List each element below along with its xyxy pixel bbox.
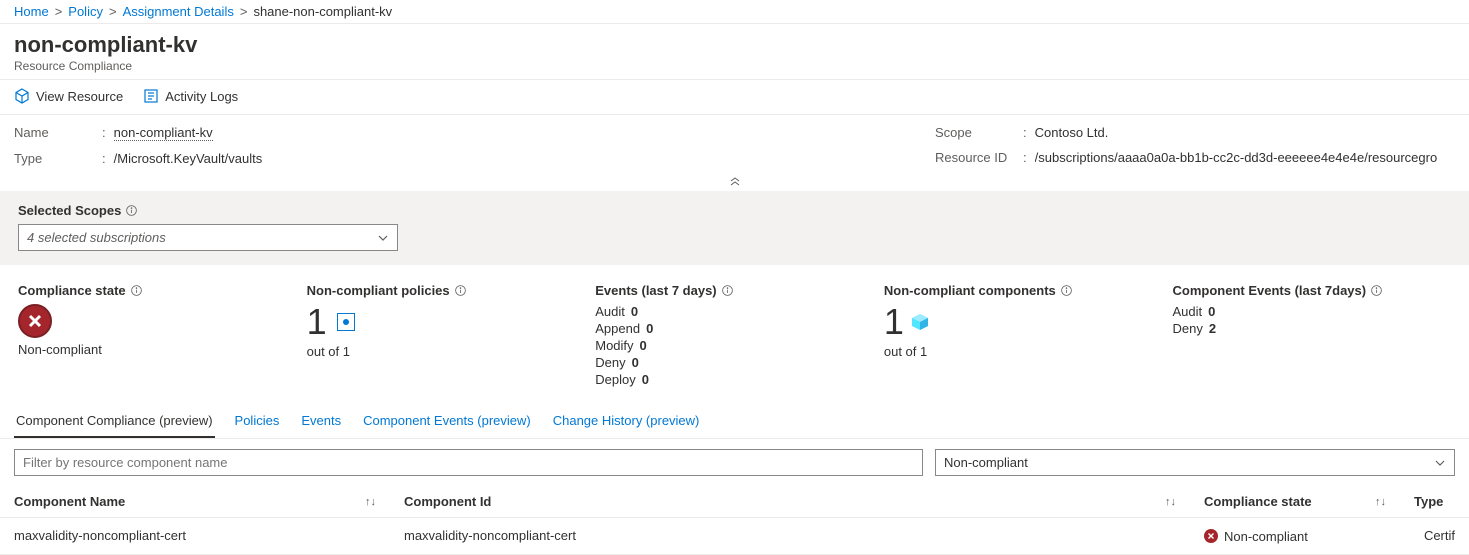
toolbar: View Resource Activity Logs xyxy=(0,80,1469,115)
filter-compliance-dropdown[interactable]: Non-compliant xyxy=(935,449,1455,476)
property-resid-label: Resource ID xyxy=(935,150,1015,165)
filter-name-input[interactable] xyxy=(14,449,923,476)
page-subtitle: Resource Compliance xyxy=(14,59,1455,73)
properties-left: Name : non-compliant-kv Type : /Microsof… xyxy=(14,125,895,166)
scope-dropdown-value: 4 selected subscriptions xyxy=(27,230,166,245)
page-title: non-compliant-kv xyxy=(14,32,1455,58)
property-type: Type : /Microsoft.KeyVault/vaults xyxy=(14,151,895,166)
breadcrumb-assignment-details[interactable]: Assignment Details xyxy=(123,4,234,19)
info-icon[interactable] xyxy=(1060,284,1073,297)
properties-section: Name : non-compliant-kv Type : /Microsof… xyxy=(0,115,1469,174)
property-scope-label: Scope xyxy=(935,125,1015,140)
stat-noncomp-policies-title: Non-compliant policies xyxy=(307,283,450,298)
collapse-toggle[interactable] xyxy=(0,174,1469,191)
cell-component-id: maxvalidity-noncompliant-cert xyxy=(390,518,1190,555)
cube-outline-icon xyxy=(14,88,30,104)
tab-policies[interactable]: Policies xyxy=(233,403,282,438)
policy-icon xyxy=(337,313,355,331)
stat-compliance-title: Compliance state xyxy=(18,283,126,298)
property-resource-id: Resource ID : /subscriptions/aaaa0a0a-bb… xyxy=(935,150,1455,165)
components-table: Component Name ↑↓ Component Id ↑↓ Compli… xyxy=(0,486,1469,555)
stat-events: Events (last 7 days) Audit 0 Append 0 Mo… xyxy=(595,283,854,389)
stat-noncomp-policies-value: 1 xyxy=(307,304,327,340)
stat-noncomp-components: Non-compliant components 1 out of 1 xyxy=(884,283,1143,389)
cube-icon xyxy=(910,312,930,332)
breadcrumb-home[interactable]: Home xyxy=(14,4,49,19)
col-component-name[interactable]: Component Name ↑↓ xyxy=(0,486,390,518)
stat-noncomp-policies: Non-compliant policies 1 out of 1 xyxy=(307,283,566,389)
stat-noncomp-components-value: 1 xyxy=(884,304,904,340)
info-icon[interactable] xyxy=(1370,284,1383,297)
tabs: Component Compliance (preview) Policies … xyxy=(0,403,1469,439)
view-resource-label: View Resource xyxy=(36,89,123,104)
properties-right: Scope : Contoso Ltd. Resource ID : /subs… xyxy=(935,125,1455,166)
cell-type: Certif xyxy=(1400,518,1469,555)
cell-component-name: maxvalidity-noncompliant-cert xyxy=(0,518,390,555)
stat-compliance-value: Non-compliant xyxy=(18,342,277,357)
property-type-value: /Microsoft.KeyVault/vaults xyxy=(114,151,263,166)
stats-section: Compliance state Non-compliant Non-compl… xyxy=(0,265,1469,403)
sort-icon[interactable]: ↑↓ xyxy=(1375,496,1386,508)
stat-noncomp-components-caption: out of 1 xyxy=(884,344,1143,359)
stat-noncomp-policies-caption: out of 1 xyxy=(307,344,566,359)
property-resid-value: /subscriptions/aaaa0a0a-bb1b-cc2c-dd3d-e… xyxy=(1035,150,1438,165)
property-name-value[interactable]: non-compliant-kv xyxy=(114,125,213,141)
info-icon[interactable] xyxy=(454,284,467,297)
chevron-down-icon xyxy=(1434,457,1446,469)
chevron-right-icon: > xyxy=(55,4,63,19)
selected-scopes-title: Selected Scopes xyxy=(18,203,1451,218)
property-name: Name : non-compliant-kv xyxy=(14,125,895,141)
property-scope-value: Contoso Ltd. xyxy=(1035,125,1109,140)
selected-scopes-section: Selected Scopes 4 selected subscriptions xyxy=(0,191,1469,265)
page-header: non-compliant-kv Resource Compliance xyxy=(0,24,1469,80)
chevron-right-icon: > xyxy=(240,4,248,19)
filter-compliance-value: Non-compliant xyxy=(944,455,1028,470)
property-type-label: Type xyxy=(14,151,94,166)
noncompliant-badge-icon xyxy=(1204,529,1218,543)
activity-logs-button[interactable]: Activity Logs xyxy=(143,88,238,104)
breadcrumb-current: shane-non-compliant-kv xyxy=(253,4,392,19)
col-type[interactable]: Type xyxy=(1400,486,1469,518)
tab-events[interactable]: Events xyxy=(299,403,343,438)
info-icon[interactable] xyxy=(130,284,143,297)
noncompliant-icon xyxy=(18,304,52,338)
chevron-double-up-icon xyxy=(728,176,742,186)
breadcrumb: Home > Policy > Assignment Details > sha… xyxy=(0,0,1469,24)
stat-compliance-state: Compliance state Non-compliant xyxy=(18,283,277,389)
stat-component-events-title: Component Events (last 7days) xyxy=(1173,283,1367,298)
chevron-right-icon: > xyxy=(109,4,117,19)
info-icon[interactable] xyxy=(125,204,138,217)
filter-bar: Non-compliant xyxy=(0,439,1469,480)
table-row[interactable]: maxvalidity-noncompliant-cert maxvalidit… xyxy=(0,518,1469,555)
activity-logs-label: Activity Logs xyxy=(165,89,238,104)
col-component-id[interactable]: Component Id ↑↓ xyxy=(390,486,1190,518)
cell-compliance-state: Non-compliant xyxy=(1190,518,1400,555)
scope-dropdown[interactable]: 4 selected subscriptions xyxy=(18,224,398,251)
stat-events-title: Events (last 7 days) xyxy=(595,283,716,298)
sort-icon[interactable]: ↑↓ xyxy=(1165,496,1176,508)
tab-change-history[interactable]: Change History (preview) xyxy=(551,403,702,438)
stat-component-events: Component Events (last 7days) Audit 0 De… xyxy=(1173,283,1452,389)
breadcrumb-policy[interactable]: Policy xyxy=(68,4,103,19)
tab-component-compliance[interactable]: Component Compliance (preview) xyxy=(14,403,215,438)
property-name-label: Name xyxy=(14,125,94,140)
view-resource-button[interactable]: View Resource xyxy=(14,88,123,104)
col-compliance-state[interactable]: Compliance state ↑↓ xyxy=(1190,486,1400,518)
chevron-down-icon xyxy=(377,232,389,244)
stat-noncomp-components-title: Non-compliant components xyxy=(884,283,1056,298)
property-scope: Scope : Contoso Ltd. xyxy=(935,125,1455,140)
activity-log-icon xyxy=(143,88,159,104)
sort-icon[interactable]: ↑↓ xyxy=(365,496,376,508)
info-icon[interactable] xyxy=(721,284,734,297)
tab-component-events[interactable]: Component Events (preview) xyxy=(361,403,533,438)
